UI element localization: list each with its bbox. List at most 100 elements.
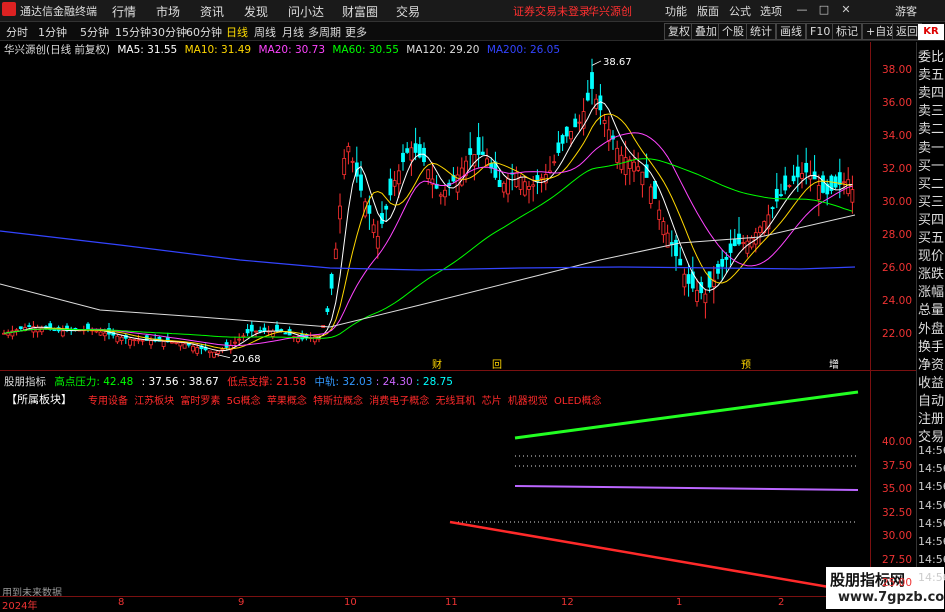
candle-body[interactable] bbox=[842, 181, 846, 184]
candle-body[interactable] bbox=[333, 248, 338, 260]
candle-body[interactable] bbox=[552, 161, 557, 164]
menu-gongshi[interactable]: 公式 bbox=[729, 3, 751, 19]
candle-body[interactable] bbox=[342, 158, 347, 175]
quote-field-label[interactable]: 自动 bbox=[918, 390, 945, 409]
candle-body[interactable] bbox=[182, 343, 187, 349]
period-daily[interactable]: 日线 bbox=[226, 24, 248, 40]
indicator-chart[interactable] bbox=[0, 371, 870, 597]
candle-body[interactable] bbox=[212, 351, 216, 358]
candle-body[interactable] bbox=[539, 177, 544, 180]
candle-body[interactable] bbox=[258, 329, 263, 332]
candle-body[interactable] bbox=[60, 330, 65, 337]
period-30min[interactable]: 30分钟 bbox=[151, 24, 187, 40]
quote-field-label[interactable]: 注册 bbox=[918, 408, 945, 427]
candle-body[interactable] bbox=[329, 274, 334, 289]
candle-body[interactable] bbox=[350, 160, 355, 163]
candle-body[interactable] bbox=[237, 338, 242, 341]
candle-body[interactable] bbox=[375, 236, 380, 249]
candle-body[interactable] bbox=[527, 185, 531, 190]
candle-body[interactable] bbox=[325, 308, 330, 312]
button-fuquan[interactable]: 复权 bbox=[664, 23, 694, 40]
button-biaoji[interactable]: 标记 bbox=[832, 23, 862, 40]
kline-chart[interactable]: 38.67 20.68 财 回 预 增 bbox=[0, 55, 870, 370]
candle-body[interactable] bbox=[728, 243, 733, 253]
quote-field-label[interactable]: 买四 bbox=[918, 209, 945, 228]
candle-body[interactable] bbox=[615, 147, 620, 163]
quote-field-label[interactable]: 卖五 bbox=[918, 64, 945, 83]
candle-body[interactable] bbox=[791, 175, 796, 182]
candle-body[interactable] bbox=[426, 169, 431, 179]
candle-body[interactable] bbox=[724, 256, 729, 260]
candle-body[interactable] bbox=[585, 92, 590, 101]
button-huaxian[interactable]: 画线 bbox=[776, 23, 806, 40]
candle-body[interactable] bbox=[401, 152, 405, 163]
candle-body[interactable] bbox=[296, 338, 300, 343]
candle-body[interactable] bbox=[115, 335, 120, 343]
candle-body[interactable] bbox=[480, 151, 485, 155]
menu-caifuquan[interactable]: 财富圈 bbox=[342, 3, 378, 20]
menu-banmian[interactable]: 版面 bbox=[697, 3, 719, 19]
candle-body[interactable] bbox=[338, 205, 342, 220]
candle-body[interactable] bbox=[409, 147, 414, 161]
candle-body[interactable] bbox=[392, 180, 397, 187]
candle-body[interactable] bbox=[233, 341, 237, 344]
candle-body[interactable] bbox=[170, 341, 174, 344]
candle-body[interactable] bbox=[632, 161, 636, 172]
candle-body[interactable] bbox=[195, 347, 200, 354]
candle-body[interactable] bbox=[707, 271, 712, 288]
menu-wenxiaoda[interactable]: 问小达 bbox=[288, 3, 324, 20]
event-marker[interactable]: 回 bbox=[492, 359, 502, 370]
candle-body[interactable] bbox=[732, 238, 737, 246]
candle-body[interactable] bbox=[98, 331, 103, 336]
candle-body[interactable] bbox=[191, 345, 195, 352]
candle-body[interactable] bbox=[787, 185, 792, 187]
quote-field-label[interactable]: 买一 bbox=[918, 155, 945, 174]
candle-body[interactable] bbox=[497, 179, 502, 188]
quote-field-label[interactable]: 现价 bbox=[918, 245, 945, 264]
candle-body[interactable] bbox=[178, 342, 183, 347]
maximize-icon[interactable]: □ bbox=[815, 3, 833, 18]
candle-body[interactable] bbox=[249, 324, 254, 332]
candle-body[interactable] bbox=[501, 182, 506, 193]
quote-field-label[interactable]: 14:56 bbox=[918, 535, 945, 548]
period-monthly[interactable]: 月线 bbox=[282, 24, 304, 40]
candle-body[interactable] bbox=[14, 329, 19, 332]
button-gegu[interactable]: 个股 bbox=[718, 23, 748, 40]
candle-body[interactable] bbox=[161, 341, 166, 347]
candle-body[interactable] bbox=[132, 339, 137, 341]
quote-field-label[interactable]: 净资 bbox=[918, 354, 945, 373]
candle-body[interactable] bbox=[52, 329, 57, 331]
candle-body[interactable] bbox=[577, 121, 582, 124]
quote-field-label[interactable]: 14:56 bbox=[918, 571, 945, 584]
candle-body[interactable] bbox=[94, 330, 99, 333]
period-multi[interactable]: 多周期 bbox=[308, 24, 341, 40]
candle-body[interactable] bbox=[682, 273, 687, 288]
candle-body[interactable] bbox=[745, 240, 750, 254]
candle-body[interactable] bbox=[758, 226, 762, 233]
quote-field-label[interactable]: 卖四 bbox=[918, 82, 945, 101]
candle-body[interactable] bbox=[140, 339, 145, 342]
candle-body[interactable] bbox=[720, 258, 725, 267]
candle-body[interactable] bbox=[837, 172, 842, 185]
candle-body[interactable] bbox=[716, 263, 720, 274]
candle-body[interactable] bbox=[262, 327, 267, 332]
quote-field-label[interactable]: 14:56 bbox=[918, 517, 945, 530]
candle-body[interactable] bbox=[661, 221, 666, 236]
event-marker[interactable]: 预 bbox=[741, 359, 751, 370]
candle-body[interactable] bbox=[522, 181, 527, 196]
quote-field-label[interactable]: 14:56 bbox=[918, 499, 945, 512]
candle-body[interactable] bbox=[783, 175, 788, 191]
quote-field-label[interactable]: 委比 bbox=[918, 46, 945, 65]
candle-body[interactable] bbox=[695, 289, 699, 302]
candle-body[interactable] bbox=[86, 323, 90, 330]
candle-body[interactable] bbox=[569, 131, 573, 140]
quote-field-label[interactable]: 卖三 bbox=[918, 100, 945, 119]
candle-body[interactable] bbox=[396, 170, 401, 185]
quote-field-label[interactable]: 卖二 bbox=[918, 118, 945, 137]
candle-body[interactable] bbox=[804, 162, 809, 173]
kr-badge[interactable]: KR bbox=[918, 24, 944, 40]
minimize-icon[interactable]: — bbox=[793, 3, 811, 18]
period-fenshi[interactable]: 分时 bbox=[6, 24, 28, 40]
candle-body[interactable] bbox=[821, 175, 825, 193]
candle-body[interactable] bbox=[678, 258, 683, 266]
